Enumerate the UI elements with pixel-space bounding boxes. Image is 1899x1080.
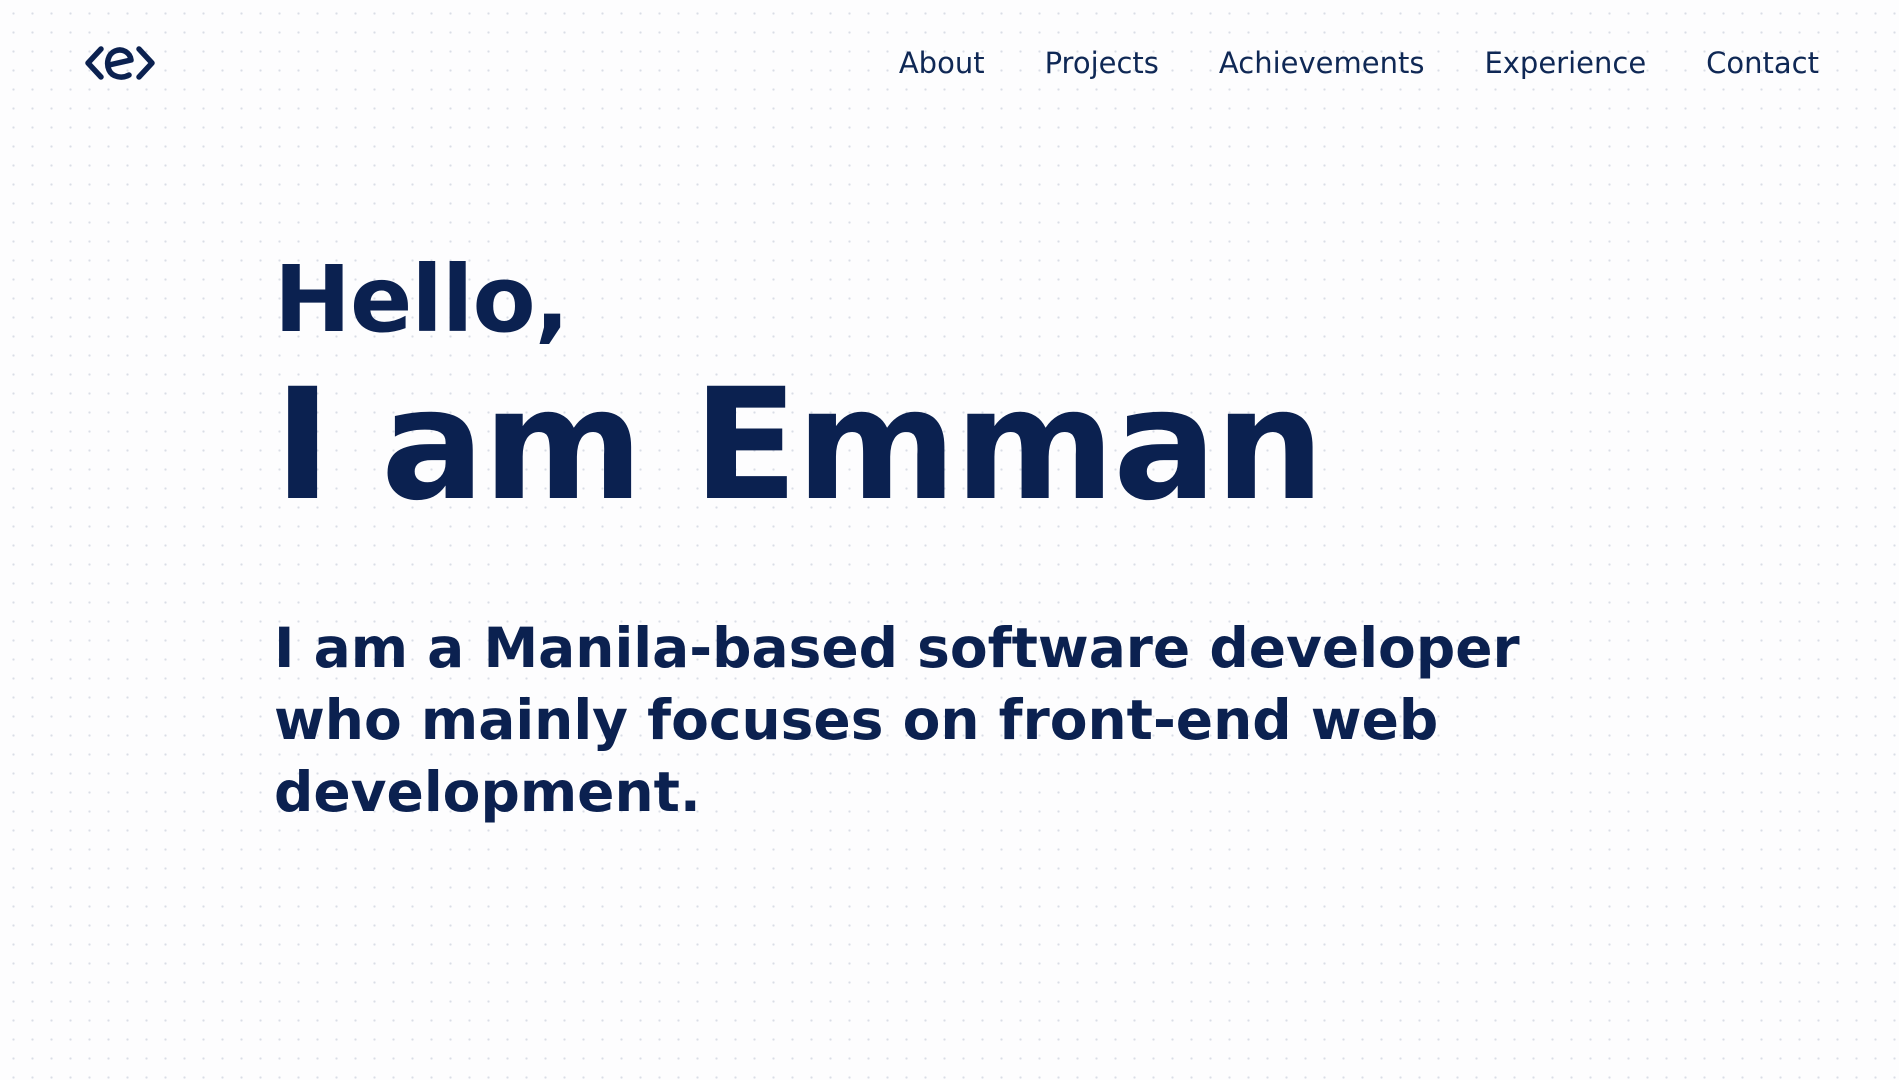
e-code-brackets-logo-icon (85, 46, 155, 80)
site-header: About Projects Achievements Experience C… (0, 0, 1899, 125)
hero-section: Hello, I am Emman (274, 240, 1774, 532)
nav-link-projects[interactable]: Projects (1045, 43, 1159, 83)
logo-icon[interactable] (84, 40, 156, 86)
main-nav: About Projects Achievements Experience C… (899, 43, 1819, 83)
hero-greeting: Hello, (274, 246, 570, 353)
hero-name-heading: I am Emman (274, 356, 1325, 535)
nav-link-about[interactable]: About (899, 43, 985, 83)
nav-link-contact[interactable]: Contact (1706, 43, 1819, 83)
nav-link-experience[interactable]: Experience (1484, 43, 1646, 83)
hero-intro-text: I am a Manila-based software developer w… (274, 616, 1520, 824)
nav-link-achievements[interactable]: Achievements (1219, 43, 1425, 83)
